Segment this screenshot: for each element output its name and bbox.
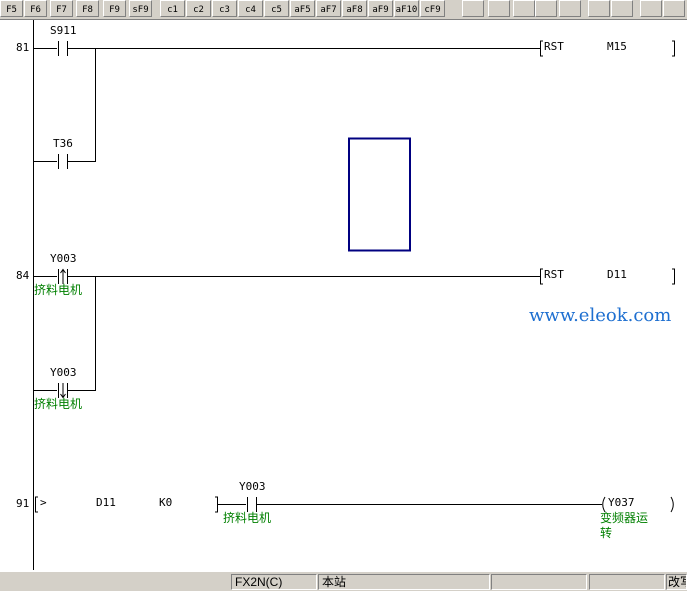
instruction-op[interactable]: RST <box>544 40 564 53</box>
compare-icon[interactable] <box>611 0 633 17</box>
edit-cursor[interactable] <box>348 137 411 252</box>
fkey-button-af5[interactable]: aF5 <box>290 0 315 17</box>
status-bar: FX2N(C) 本站 改写 <box>0 571 687 591</box>
fkey-button-f8[interactable]: F8 <box>76 0 99 17</box>
contact-device-label[interactable]: T36 <box>53 137 73 150</box>
fkey-label: F9 <box>109 5 120 15</box>
contact-comment: 挤料电机 <box>34 283 83 297</box>
fkey-button-af8[interactable]: aF8 <box>342 0 367 17</box>
contact-device-label[interactable]: Y003 <box>50 366 77 379</box>
fkey-label: c2 <box>193 5 204 15</box>
fkey-button-sf9[interactable]: sF9 <box>129 0 152 17</box>
fkey-label: c4 <box>245 5 256 15</box>
instruction-operand[interactable]: M15 <box>607 40 627 53</box>
status-pane-empty <box>491 574 587 590</box>
fkey-label: c5 <box>271 5 282 15</box>
contact-comment: 挤料电机 <box>34 397 83 411</box>
monitor-icon[interactable] <box>462 0 484 17</box>
ladder-diagram[interactable]: 81 S911 T36 RST M15 84 Y003 挤料电机 Y003 挤料… <box>0 20 687 570</box>
compare-operator[interactable]: > <box>40 496 47 509</box>
fkey-button-af10[interactable]: aF10 <box>394 0 419 17</box>
fkey-label: F8 <box>82 5 93 15</box>
vertical-scrollbar[interactable] <box>680 20 687 570</box>
step-number: 84 <box>16 269 30 282</box>
fkey-button-c5[interactable]: c5 <box>264 0 289 17</box>
fkey-button-f7[interactable]: F7 <box>50 0 73 17</box>
network-icon[interactable] <box>513 0 535 17</box>
fkey-button-af9[interactable]: aF9 <box>368 0 393 17</box>
station: 本站 <box>318 574 490 590</box>
compare-operand-1[interactable]: D11 <box>96 496 116 509</box>
fkey-button-f5[interactable]: F5 <box>0 0 23 17</box>
fkey-label: aF9 <box>372 5 389 15</box>
fkey-label: sF9 <box>132 5 149 15</box>
fkey-button-c1[interactable]: c1 <box>160 0 185 17</box>
status-pane-empty <box>589 574 665 590</box>
fkey-label: F7 <box>56 5 67 15</box>
fkey-label: c1 <box>167 5 178 15</box>
contact-device-label[interactable]: Y003 <box>50 252 77 265</box>
ladder-lines <box>33 20 675 570</box>
fkey-label: cF9 <box>424 5 441 15</box>
plc-type: FX2N(C) <box>231 574 317 590</box>
contact-device-label[interactable]: Y003 <box>239 480 266 493</box>
coil-comment-line1: 变频器运 <box>600 511 649 525</box>
step-number: 81 <box>16 41 30 54</box>
edit-mode: 改写 <box>666 574 687 590</box>
find-replace-icon[interactable] <box>559 0 581 17</box>
fkey-label: aF8 <box>346 5 363 15</box>
find-device-icon[interactable] <box>535 0 557 17</box>
status-pane-blank <box>0 574 229 590</box>
fkey-button-f9[interactable]: F9 <box>103 0 126 17</box>
compare-operand-2[interactable]: K0 <box>159 496 172 509</box>
fkey-button-c3[interactable]: c3 <box>212 0 237 17</box>
fkey-button-f6[interactable]: F6 <box>24 0 47 17</box>
toolbar: F5 F6 F7 F8 F9 sF9 c1 c2 c3 c4 c5 aF5 aF7 aF8 aF9 aF10 c… <box>0 0 687 20</box>
fkey-label: F6 <box>30 5 41 15</box>
device-memory-icon[interactable] <box>588 0 610 17</box>
fkey-label: aF10 <box>395 5 418 15</box>
fkey-label: c3 <box>219 5 230 15</box>
fkey-button-c4[interactable]: c4 <box>238 0 263 17</box>
fkey-label: aF7 <box>320 5 337 15</box>
coil-device-label[interactable]: Y037 <box>608 496 635 509</box>
fkey-button-c2[interactable]: c2 <box>186 0 211 17</box>
fkey-button-af7[interactable]: aF7 <box>316 0 341 17</box>
view-mode-icon[interactable] <box>663 0 685 17</box>
step-number: 91 <box>16 497 30 510</box>
watermark: www.eleok.com <box>529 305 672 326</box>
coil-comment-line2: 转 <box>600 526 613 540</box>
contact-comment: 挤料电机 <box>223 511 272 525</box>
ladder-insert-icon[interactable] <box>488 0 510 17</box>
instruction-op[interactable]: RST <box>544 268 564 281</box>
contact-device-label[interactable]: S911 <box>50 24 77 37</box>
fkey-button-cf9[interactable]: cF9 <box>420 0 445 17</box>
edit-mode-icon[interactable] <box>640 0 662 17</box>
instruction-operand[interactable]: D11 <box>607 268 627 281</box>
fkey-label: aF5 <box>294 5 311 15</box>
fkey-label: F5 <box>6 5 17 15</box>
